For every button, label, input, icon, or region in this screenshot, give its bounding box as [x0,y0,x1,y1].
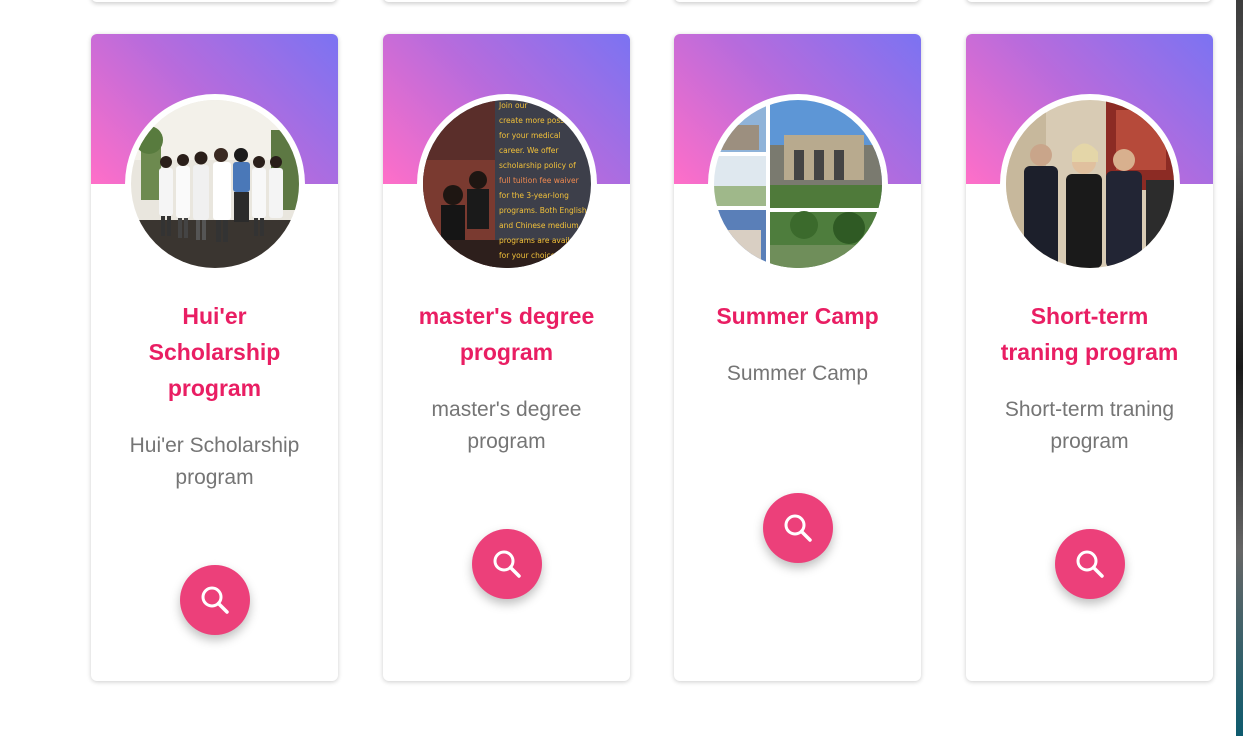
card-description: Hui'er Scholarship program [129,434,300,489]
card-avatar[interactable] [124,94,305,274]
program-card-masters: Join our create more poss for your medic… [383,34,630,681]
search-icon [1076,550,1104,578]
svg-text:Join our: Join our [498,101,528,110]
svg-text:scholarship policy of: scholarship policy of [499,161,576,170]
svg-text:programs. Both English: programs. Both English [499,206,587,215]
search-button[interactable] [179,565,250,635]
card-avatar[interactable]: Join our create more poss for your medic… [416,94,597,274]
search-icon [201,586,229,614]
group-photo-icon [130,100,299,268]
previous-row-card-edge [674,0,920,2]
meeting-photo-icon [1005,100,1174,268]
svg-text:career. We offer: career. We offer [499,146,559,155]
card-title[interactable]: Hui'er Scholarship program [91,298,338,406]
search-icon [493,550,521,578]
card-description: Summer Camp [726,362,869,385]
program-card-short-term: Short-term traning program Short-term tr… [966,34,1213,681]
campus-collage-icon [713,100,882,268]
program-card-scholarship: Hui'er Scholarship program Hui'er Schola… [91,34,338,681]
search-button[interactable] [1054,529,1125,599]
card-description: Short-term traning program [1004,398,1175,453]
card-avatar[interactable] [707,94,888,274]
svg-text:and Chinese medium: and Chinese medium [499,221,579,230]
previous-row-card-edge [966,0,1212,2]
svg-text:programs are avail: programs are avail [499,236,570,245]
card-description: master's degree program [431,398,582,453]
svg-text:full tuition fee waiver: full tuition fee waiver [499,176,580,185]
card-title[interactable]: Summer Camp [674,298,921,334]
program-card-summer-camp: Summer Camp Summer Camp [674,34,921,681]
svg-text:for your medical: for your medical [499,131,561,140]
search-button[interactable] [762,493,833,563]
previous-row-card-edge [383,0,629,2]
svg-text:for the 3-year-long: for the 3-year-long [499,191,569,200]
card-title[interactable]: Short-term traning program [966,298,1213,370]
previous-row-card-edge [91,0,337,2]
svg-text:create more poss: create more poss [499,116,564,125]
card-avatar[interactable] [999,94,1180,274]
card-title[interactable]: master's degree program [383,298,630,370]
search-icon [784,514,812,542]
poster-photo-icon: Join our create more poss for your medic… [422,100,591,268]
search-button[interactable] [471,529,542,599]
window-edge [1236,0,1243,736]
svg-text:for your choice: for your choice [499,251,556,260]
